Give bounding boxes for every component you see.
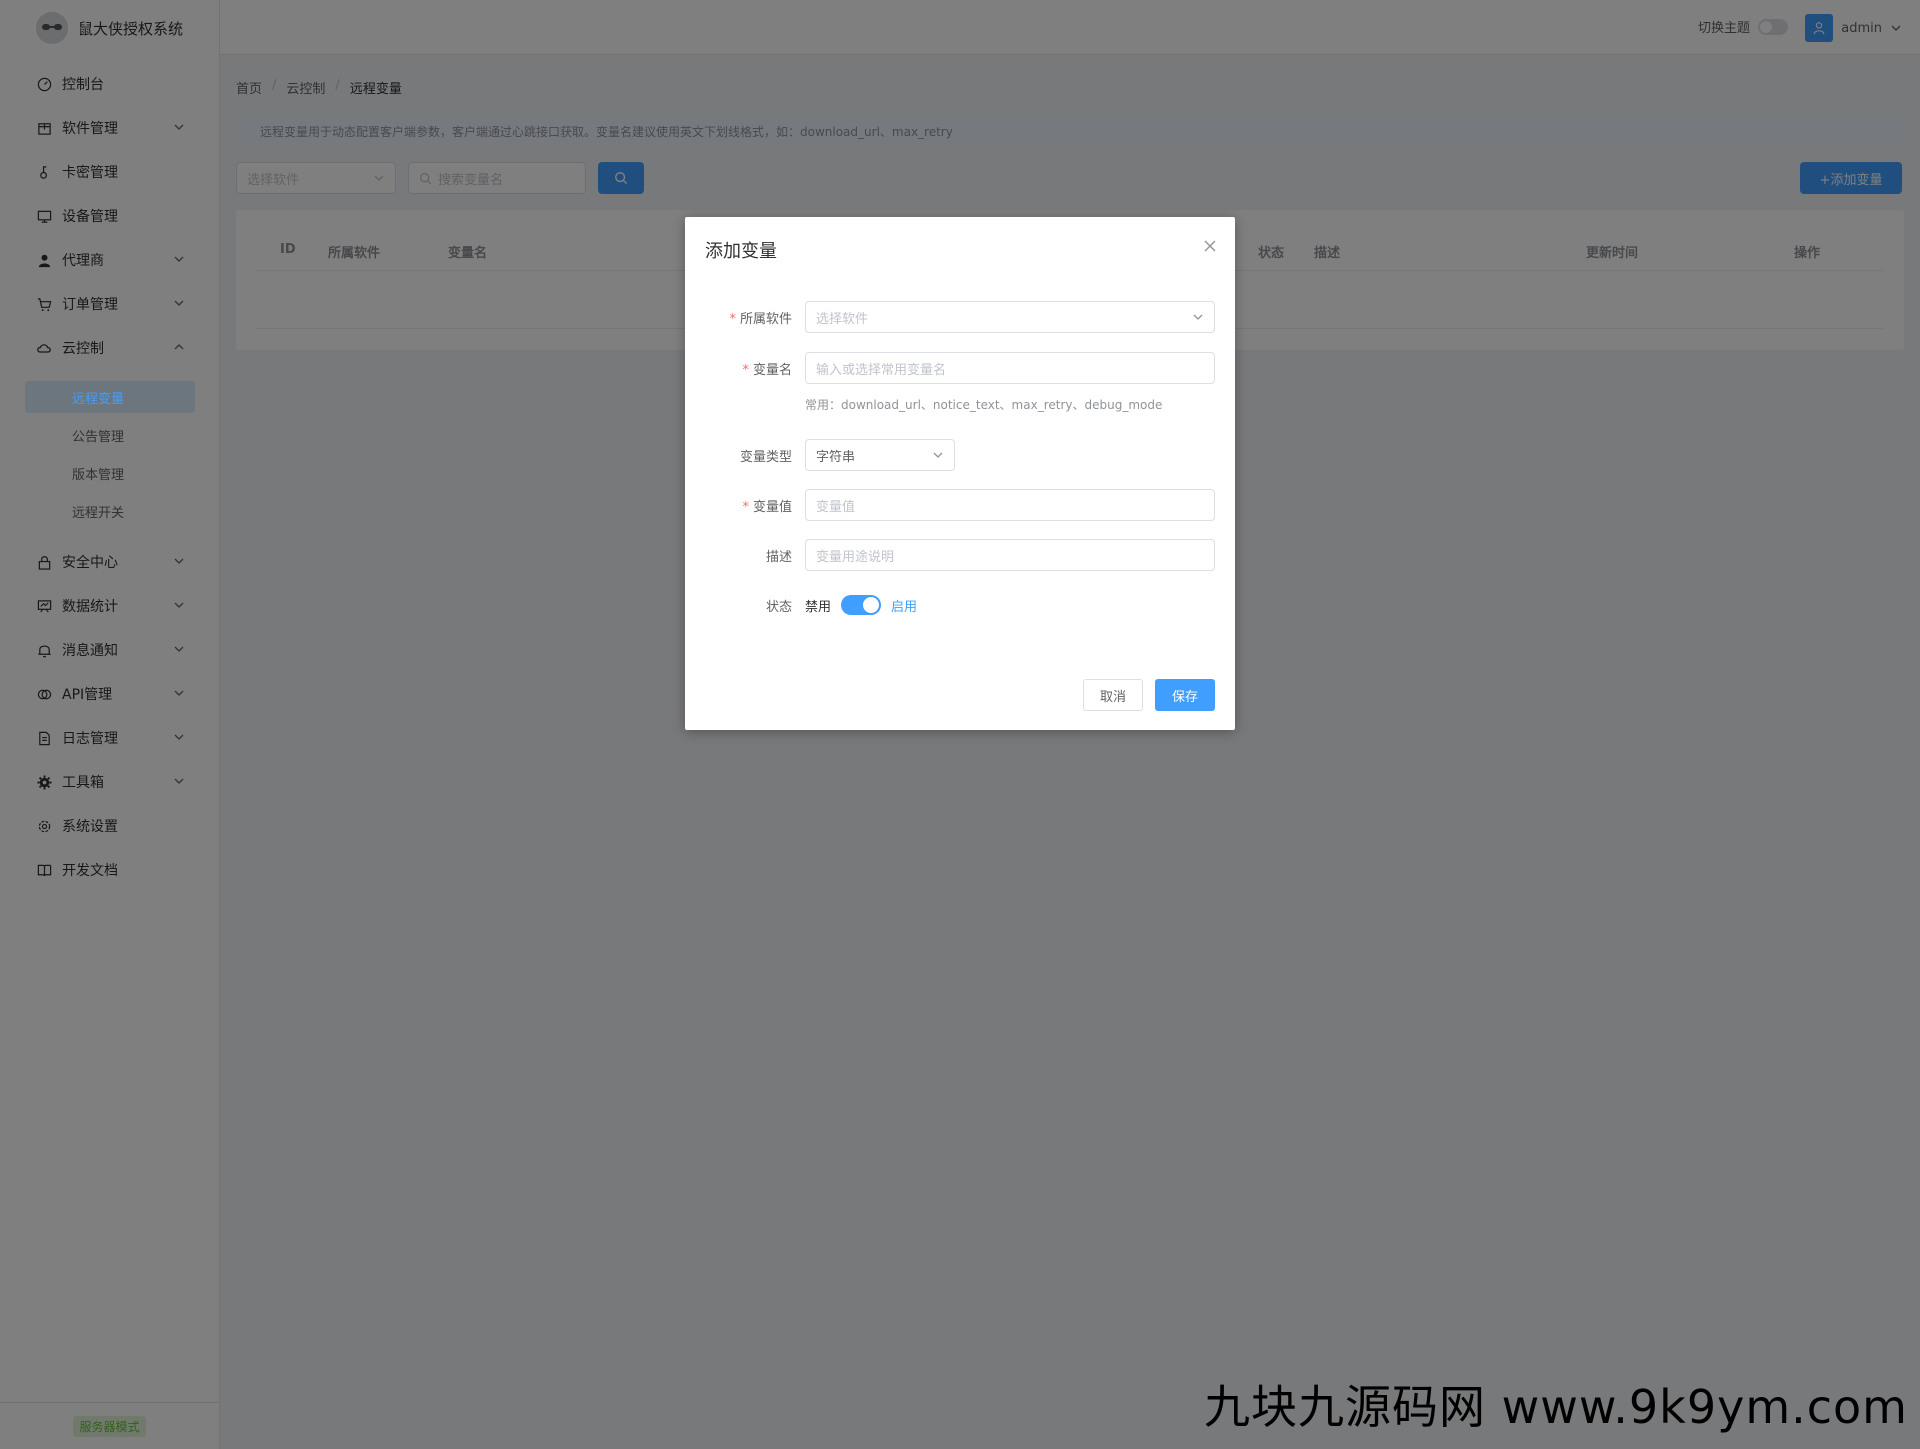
variable-name-label: * 变量名 (742, 363, 792, 378)
software-label: * 所属软件 (729, 312, 792, 327)
description-placeholder: 变量用途说明 (816, 549, 895, 565)
status-switch[interactable] (841, 595, 882, 615)
chevron-down-icon (933, 452, 943, 458)
dialog-title: 添加变量 (705, 241, 777, 262)
variable-name-placeholder: 输入或选择常用变量名 (816, 362, 947, 378)
variable-value-input[interactable]: 变量值 (805, 489, 1215, 521)
variable-type-label: 变量类型 (739, 450, 792, 465)
save-button[interactable]: 保存 (1155, 679, 1215, 711)
status-on-label[interactable]: 启用 (891, 596, 917, 615)
add-variable-dialog: 添加变量 * 所属软件 选择软件 * 变量名 输入或选择常用变量名 常用：downl… (685, 217, 1235, 730)
required-mark: * (742, 363, 749, 378)
variable-name-hint: 常用：download_url、notice_text、max_retry、de… (805, 398, 1163, 412)
close-icon[interactable] (1203, 239, 1217, 253)
status-label: 状态 (765, 600, 792, 615)
variable-value-label: * 变量值 (742, 500, 792, 515)
required-mark: * (742, 500, 749, 515)
required-mark: * (729, 312, 736, 327)
cancel-button[interactable]: 取消 (1083, 679, 1143, 711)
status-switch-group: 禁用 启用 (805, 595, 917, 615)
variable-type-value: 字符串 (816, 449, 856, 465)
software-select-placeholder: 选择软件 (816, 311, 869, 327)
status-off-label[interactable]: 禁用 (805, 596, 831, 615)
description-input[interactable]: 变量用途说明 (805, 539, 1215, 571)
variable-value-placeholder: 变量值 (816, 499, 856, 515)
watermark-text: 九块九源码网 www.9k9ym.com (1204, 1380, 1908, 1434)
software-select[interactable]: 选择软件 (805, 301, 1215, 333)
variable-type-select[interactable]: 字符串 (805, 439, 955, 471)
chevron-down-icon (1193, 314, 1203, 320)
variable-name-input[interactable]: 输入或选择常用变量名 (805, 352, 1215, 384)
description-label: 描述 (765, 550, 792, 565)
